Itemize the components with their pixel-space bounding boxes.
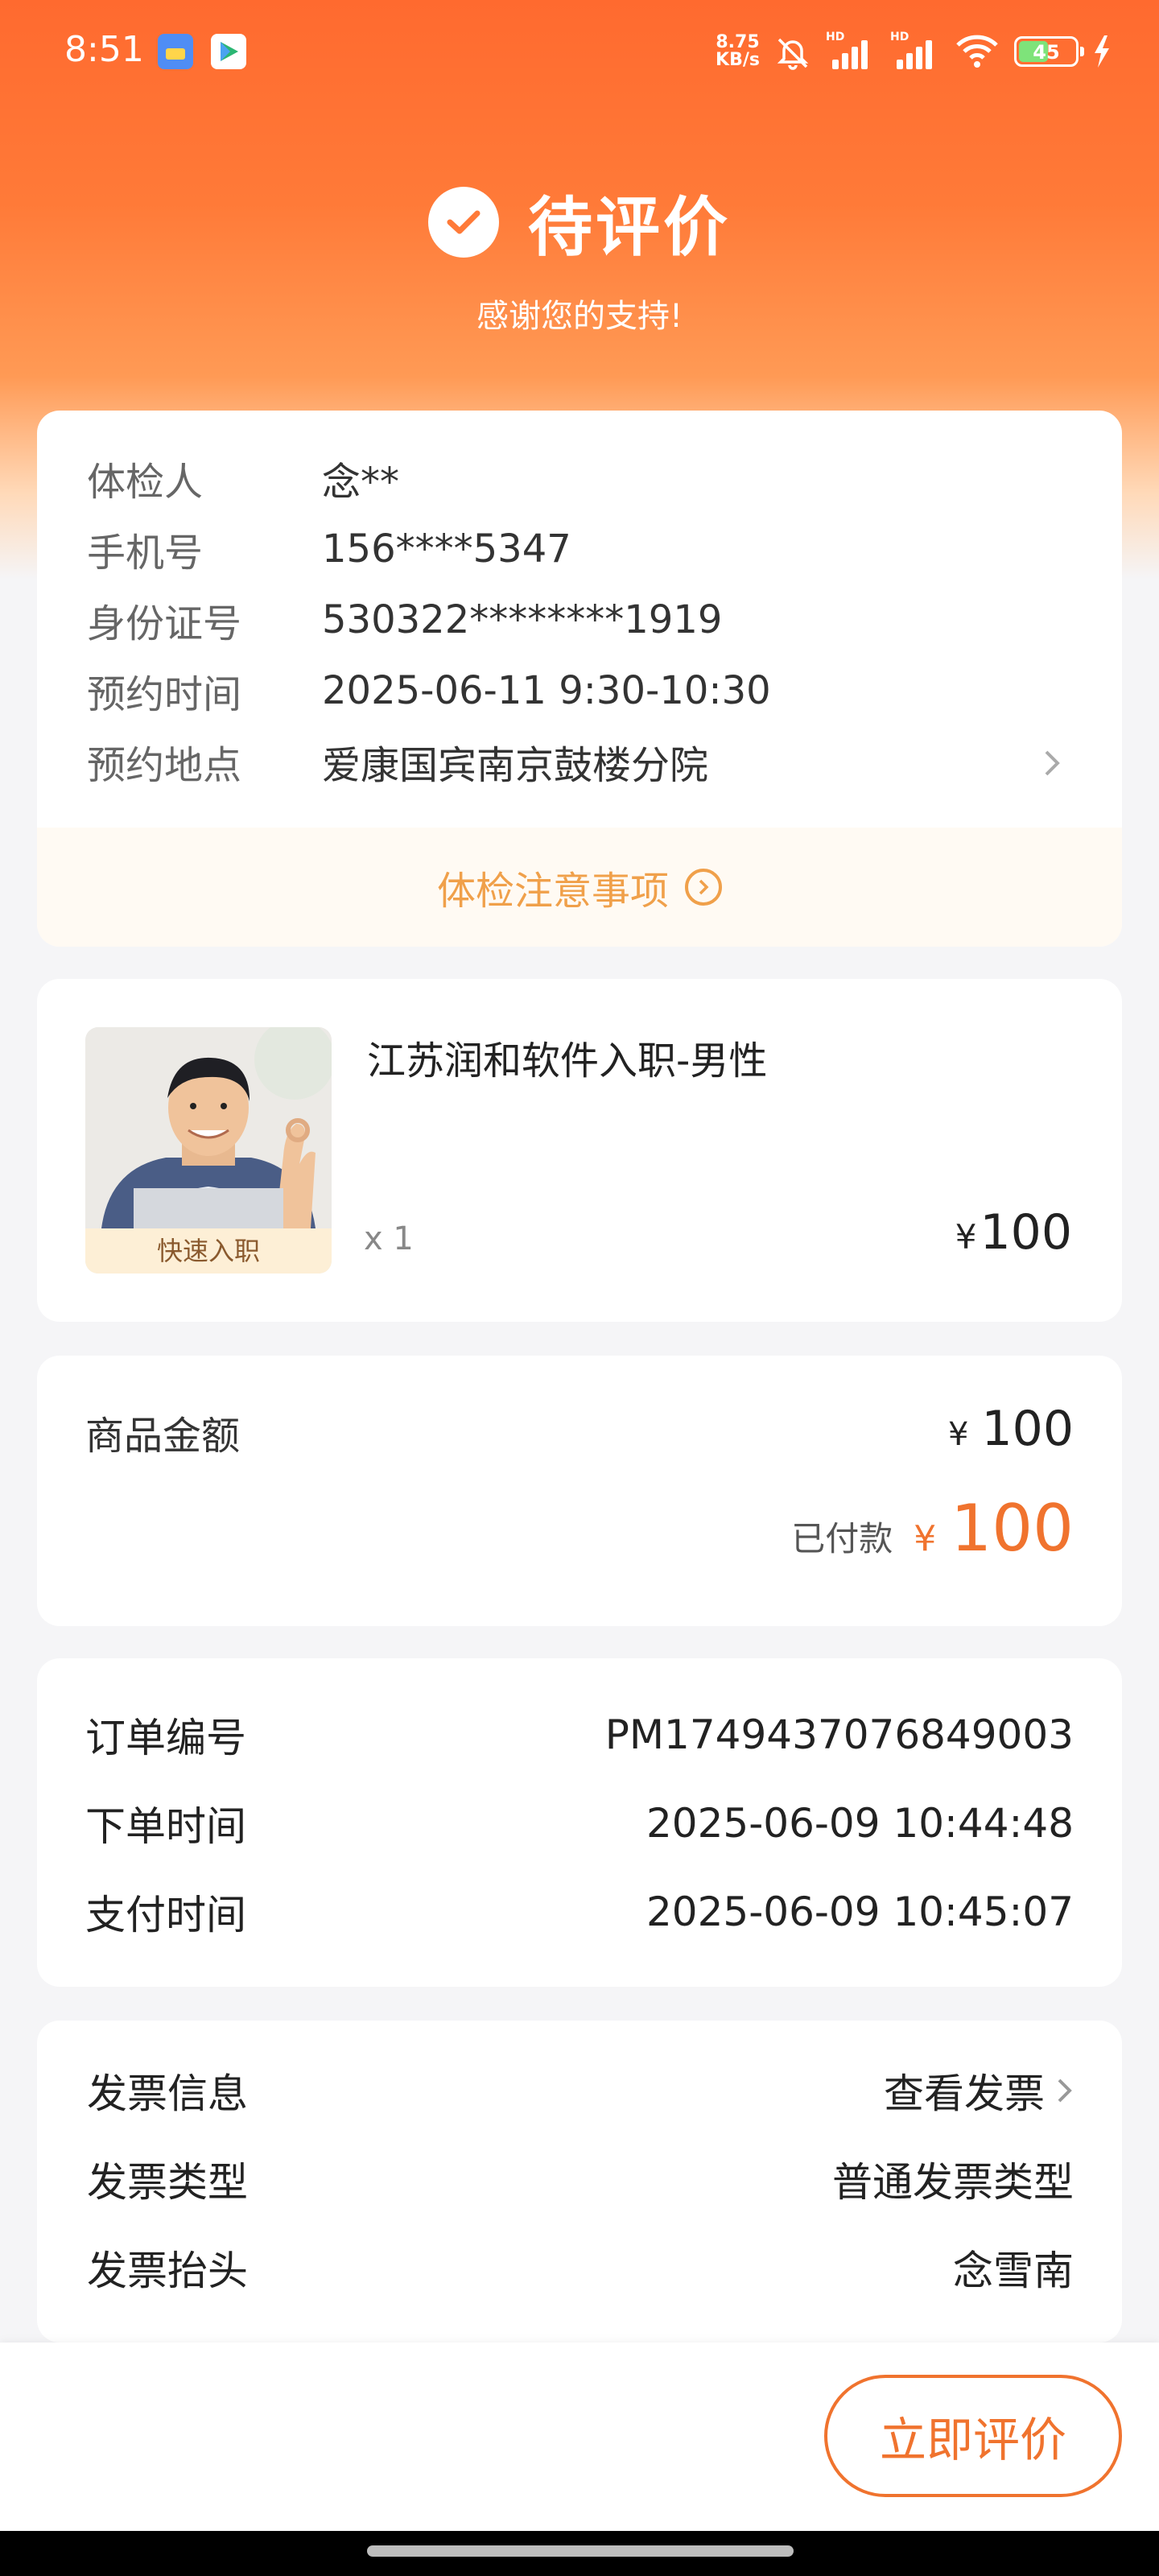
info-row-appointment-time: 预约时间 2025-06-11 9:30-10:30 (87, 668, 771, 717)
order-status: 待评价 (0, 175, 1159, 269)
status-title: 待评价 (528, 190, 731, 265)
play-app-icon (211, 34, 246, 69)
system-nav-bar (0, 2531, 1159, 2576)
invoice-card: 发票信息 查看发票 发票类型 普通发票类型 发票抬头 念雪南 (37, 2021, 1122, 2343)
home-indicator[interactable] (367, 2545, 794, 2557)
charging-icon (1095, 35, 1109, 68)
info-row-examinee: 体检人 念** (87, 460, 400, 505)
product-image-tag: 快速入职 (85, 1228, 332, 1274)
product-card[interactable]: 快速入职 江苏润和软件入职-男性 x 1 ¥100 (37, 979, 1122, 1322)
info-row-location[interactable]: 预约地点 爱康国宾南京鼓楼分院 (87, 729, 1072, 794)
order-row-number: 订单编号 PM1749437076849003 (85, 1711, 1074, 1761)
bottom-action-bar: 立即评价 (0, 2343, 1159, 2531)
exam-notice-link[interactable]: 体检注意事项 (37, 828, 1122, 947)
product-image: 快速入职 (85, 1027, 332, 1274)
view-invoice-link[interactable]: 查看发票 (884, 2062, 1074, 2120)
product-quantity: x 1 (364, 1220, 414, 1257)
goods-amount-value: ¥100 (948, 1401, 1074, 1457)
check-icon (428, 187, 499, 258)
amount-card: 商品金额 ¥100 已付款 ¥100 (37, 1356, 1122, 1626)
gallery-app-icon (158, 34, 193, 69)
order-row-paid-time: 支付时间 2025-06-09 10:45:07 (85, 1889, 1074, 1938)
mute-bell-icon (777, 38, 809, 70)
info-row-phone: 手机号 156****5347 (87, 526, 571, 576)
person-photo (85, 1027, 332, 1228)
status-subtitle: 感谢您的支持! (476, 298, 683, 335)
goods-amount-label: 商品金额 (85, 1414, 241, 1459)
network-speed: 8.75 KB/s (716, 32, 760, 70)
chevron-right-icon (1045, 750, 1060, 776)
invoice-title-row: 发票抬头 念雪南 (87, 2248, 1074, 2294)
arrow-right-circle-icon (685, 869, 722, 906)
order-info-card: 订单编号 PM1749437076849003 下单时间 2025-06-09 … (37, 1658, 1122, 1987)
paid-amount: 已付款 ¥100 (791, 1491, 1074, 1566)
paid-value: ¥100 (914, 1491, 1074, 1566)
status-bar: 8:51 8.75 KB/s HD HD 45 (0, 0, 1159, 100)
product-price: ¥100 (955, 1204, 1072, 1261)
invoice-type-row: 发票类型 普通发票类型 (87, 2159, 1074, 2206)
exam-info-card: 体检人 念** 手机号 156****5347 身份证号 530322*****… (37, 411, 1122, 947)
chevron-right-icon (1058, 2079, 1072, 2103)
battery-icon: 45 (1014, 36, 1084, 67)
status-time: 8:51 (64, 29, 144, 70)
paid-label: 已付款 (791, 1519, 893, 1558)
wifi-icon (956, 35, 998, 68)
order-row-created-time: 下单时间 2025-06-09 10:44:48 (85, 1800, 1074, 1850)
invoice-info-row[interactable]: 发票信息 查看发票 (87, 2054, 1074, 2127)
product-name: 江苏润和软件入职-男性 (367, 1038, 768, 1084)
signal-icon: HD (826, 31, 876, 69)
review-now-button[interactable]: 立即评价 (824, 2375, 1122, 2497)
signal-icon: HD (890, 31, 940, 69)
info-row-id-number: 身份证号 530322********1919 (87, 597, 723, 646)
